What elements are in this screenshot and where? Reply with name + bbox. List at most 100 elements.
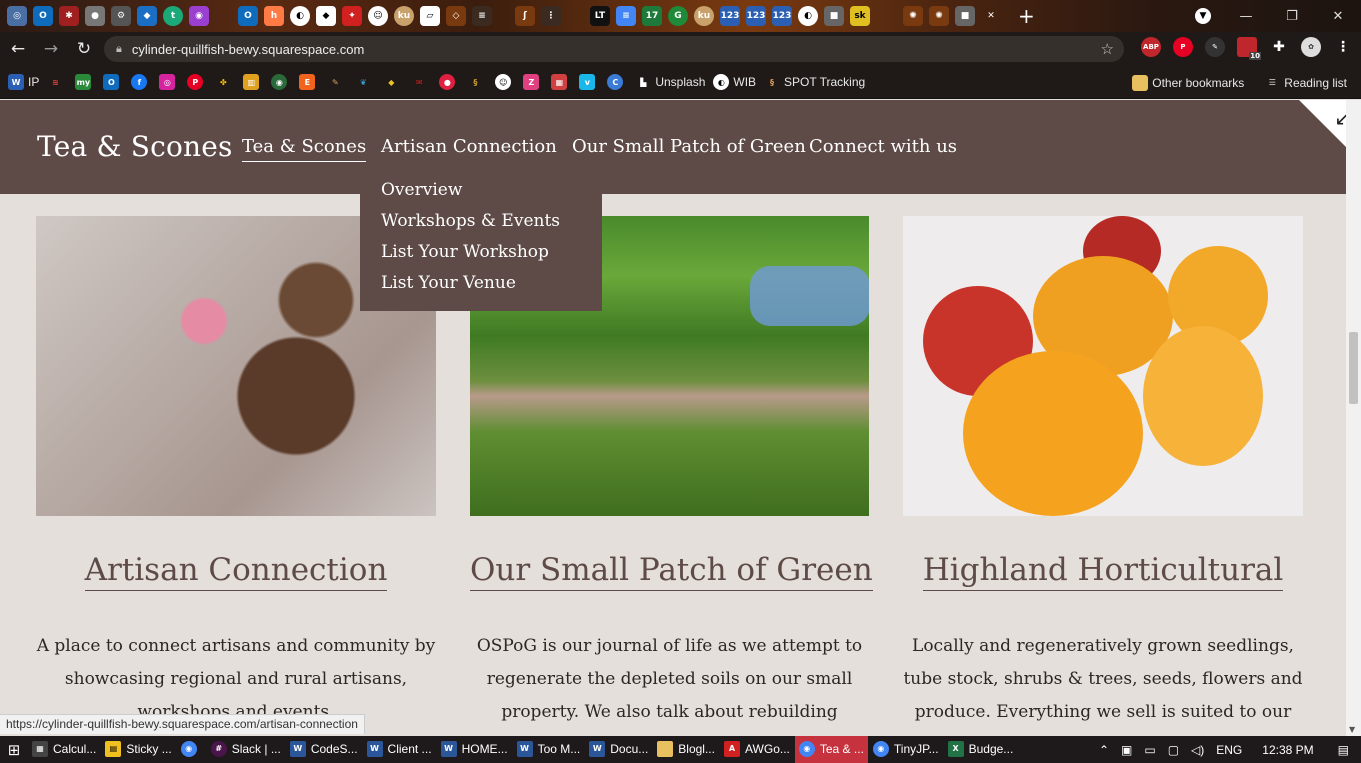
- scroll-thumb[interactable]: [1349, 332, 1358, 404]
- tab-favicon[interactable]: t: [163, 6, 183, 26]
- tab-favicon[interactable]: ■: [824, 6, 844, 26]
- tab-favicon[interactable]: ◆: [316, 6, 336, 26]
- bookmark-ip[interactable]: W IP: [8, 74, 39, 90]
- bookmark-photos[interactable]: ✤: [215, 74, 235, 90]
- taskbar-item-word-home[interactable]: W HOME...: [437, 736, 512, 763]
- bookmark-outlook[interactable]: O: [103, 74, 123, 90]
- tab-favicon[interactable]: ▱: [420, 6, 440, 26]
- network-icon[interactable]: ▢: [1168, 743, 1179, 757]
- minimize-icon[interactable]: —: [1223, 0, 1269, 32]
- bookmark-wifi[interactable]: ≋: [47, 74, 67, 90]
- windows-start-icon[interactable]: ⊞: [0, 736, 28, 763]
- tab-search-icon[interactable]: ▼: [1183, 0, 1223, 32]
- battery-icon[interactable]: ▭: [1144, 743, 1155, 757]
- tab-favicon[interactable]: G: [668, 6, 688, 26]
- tray-app-icon[interactable]: ▣: [1121, 743, 1132, 757]
- bookmark-palette[interactable]: ✎: [327, 74, 347, 90]
- bookmark-panda[interactable]: ☺: [495, 74, 515, 90]
- taskbar-item-word-toomany[interactable]: W Too M...: [513, 736, 585, 763]
- outlook-tab-icon[interactable]: O: [33, 6, 53, 26]
- highland-card-title[interactable]: Highland Horticultural: [903, 552, 1303, 591]
- extensions-puzzle-icon[interactable]: ✚: [1269, 37, 1289, 57]
- tab-favicon[interactable]: 123: [746, 6, 766, 26]
- tab-favicon[interactable]: ✦: [342, 6, 362, 26]
- new-tab-button[interactable]: +: [1018, 4, 1035, 28]
- tab-favicon[interactable]: ʃ: [515, 6, 535, 26]
- tab-favicon[interactable]: 17: [642, 6, 662, 26]
- profile-avatar[interactable]: ✿: [1301, 37, 1321, 57]
- taskbar-item-budget[interactable]: X Budge...: [944, 736, 1018, 763]
- site-title[interactable]: Tea & Scones: [37, 130, 233, 163]
- nav-connect-with-us[interactable]: Connect with us: [809, 136, 957, 157]
- notification-icon[interactable]: ▤: [1338, 743, 1349, 757]
- tab-favicon[interactable]: ⚙: [111, 6, 131, 26]
- tab-favicon[interactable]: ■: [955, 6, 975, 26]
- bookmark-unsplash[interactable]: ▙ Unsplash: [635, 74, 705, 90]
- other-bookmarks[interactable]: Other bookmarks: [1132, 74, 1244, 91]
- bookmark-planner[interactable]: ▦: [551, 74, 571, 90]
- forward-icon[interactable]: →: [36, 34, 66, 64]
- green-card-title[interactable]: Our Small Patch of Green: [470, 552, 873, 591]
- bookmark-vimeo[interactable]: v: [579, 74, 599, 90]
- tab-favicon[interactable]: ✱: [59, 6, 79, 26]
- tab-favicon[interactable]: 123: [772, 6, 792, 26]
- tab-favicon[interactable]: ◎: [7, 6, 27, 26]
- taskbar-item-awgo[interactable]: A AWGo...: [720, 736, 794, 763]
- globe-tab-icon[interactable]: ◐: [798, 6, 818, 26]
- taskbar-item-word-docu[interactable]: W Docu...: [585, 736, 652, 763]
- clock[interactable]: 12:38 PM: [1262, 743, 1313, 757]
- tab-favicon[interactable]: h: [264, 6, 284, 26]
- dropdown-item-list-venue[interactable]: List Your Venue: [381, 271, 602, 302]
- taskbar-item-chrome[interactable]: ◉: [177, 736, 206, 763]
- tab-favicon[interactable]: ☺: [368, 6, 388, 26]
- taskbar-item-word-codes[interactable]: W CodeS...: [286, 736, 362, 763]
- tab-favicon[interactable]: ✺: [903, 6, 923, 26]
- tab-favicon[interactable]: ⋮: [541, 6, 561, 26]
- page-scrollbar[interactable]: ▼: [1346, 100, 1361, 736]
- outlook-tab-icon[interactable]: O: [238, 6, 258, 26]
- bookmark-instagram[interactable]: ◎: [159, 74, 179, 90]
- tab-favicon[interactable]: 123: [720, 6, 740, 26]
- bookmark-facebook[interactable]: f: [131, 74, 151, 90]
- menu-icon[interactable]: ⋮: [1333, 37, 1353, 57]
- restore-icon[interactable]: ❐: [1269, 0, 1315, 32]
- bookmark-circle[interactable]: ◉: [271, 74, 291, 90]
- tab-favicon[interactable]: sk: [850, 6, 870, 26]
- globe-tab-icon[interactable]: ◐: [290, 6, 310, 26]
- tomatoes-image[interactable]: [903, 216, 1303, 516]
- bookmark-spot[interactable]: § SPOT Tracking: [764, 74, 865, 90]
- back-icon[interactable]: ←: [3, 34, 33, 64]
- bookmark-z[interactable]: Z: [523, 74, 543, 90]
- podcast-tab-icon[interactable]: ◉: [189, 6, 209, 26]
- tab-favicon[interactable]: ku: [394, 6, 414, 26]
- docs-tab-icon[interactable]: ≡: [616, 6, 636, 26]
- taskbar-item-blogl[interactable]: Blogl...: [653, 736, 719, 763]
- taskbar-item-slack[interactable]: # Slack | ...: [207, 736, 285, 763]
- artisan-card-title[interactable]: Artisan Connection: [36, 552, 436, 591]
- bookmark-pinterest[interactable]: P: [187, 74, 207, 90]
- close-tab-icon[interactable]: ✕: [981, 6, 1001, 26]
- nav-our-small-patch-of-green[interactable]: Our Small Patch of Green: [572, 136, 806, 157]
- tab-favicon[interactable]: ku: [694, 6, 714, 26]
- nav-tea-and-scones[interactable]: Tea & Scones: [242, 136, 367, 162]
- reading-list[interactable]: ☰ Reading list: [1264, 75, 1347, 91]
- extension-icon[interactable]: ✎: [1205, 37, 1225, 57]
- dropdown-item-list-workshop[interactable]: List Your Workshop: [381, 240, 602, 271]
- bookmark-diamond[interactable]: ◆: [383, 74, 403, 90]
- bookmark-mygov[interactable]: my: [75, 74, 95, 90]
- pinterest-extension-icon[interactable]: P: [1173, 37, 1193, 57]
- card-title-text[interactable]: Highland Horticultural: [922, 552, 1284, 591]
- tab-favicon[interactable]: LT: [590, 6, 610, 26]
- taskbar-item-tinyjpg[interactable]: ◉ TinyJP...: [869, 736, 943, 763]
- taskbar-item-word-client[interactable]: W Client ...: [363, 736, 436, 763]
- bookmark-red[interactable]: ●: [439, 74, 459, 90]
- bookmark-star-icon[interactable]: ☆: [1101, 40, 1114, 58]
- bookmark-stamp[interactable]: ✉: [411, 74, 431, 90]
- tab-favicon[interactable]: ≡: [472, 6, 492, 26]
- taskbar-item-sticky[interactable]: ▤ Sticky ...: [101, 736, 175, 763]
- tab-favicon[interactable]: ●: [85, 6, 105, 26]
- tab-favicon[interactable]: ◆: [137, 6, 157, 26]
- taskbar-item-calculator[interactable]: ▦ Calcul...: [28, 736, 100, 763]
- reload-icon[interactable]: ↻: [69, 34, 99, 64]
- calendar-extension-icon[interactable]: 10: [1237, 37, 1261, 60]
